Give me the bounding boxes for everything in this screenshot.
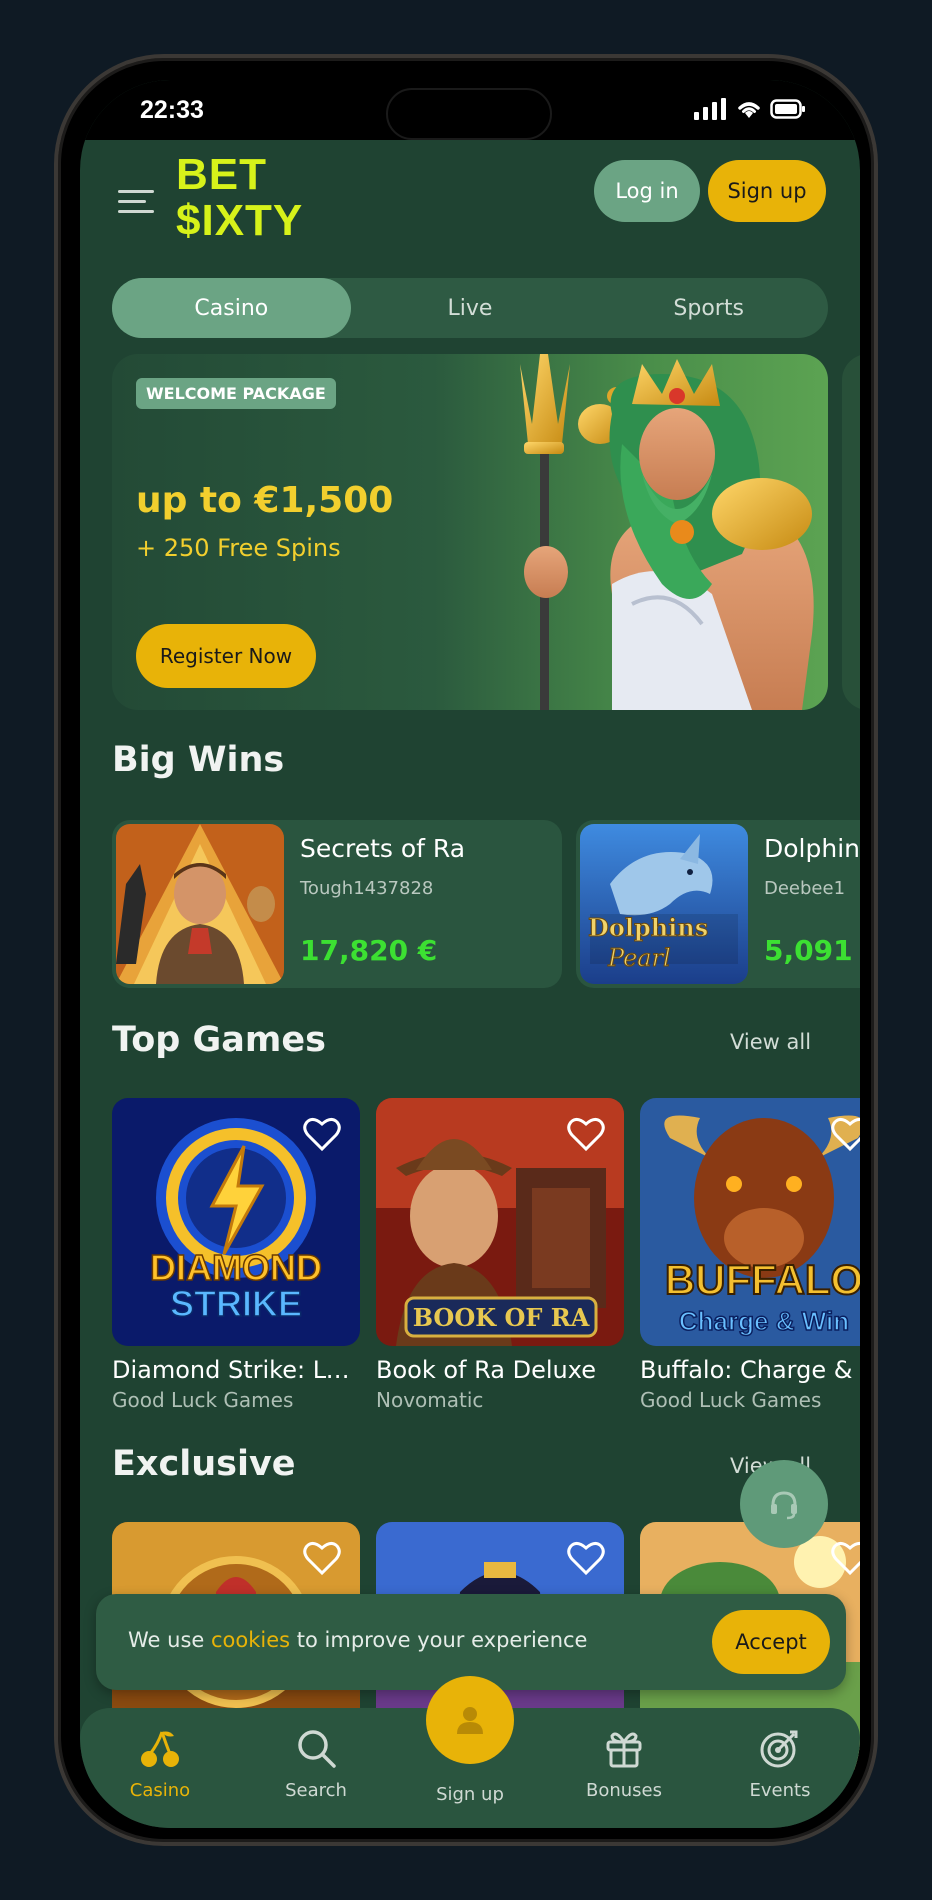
accept-cookies-button[interactable]: Accept	[712, 1610, 830, 1674]
cookies-link[interactable]: cookies	[211, 1628, 290, 1652]
secrets-of-ra-art	[116, 824, 284, 984]
app-screen: 22:33 BET $IXTY Log in Sign up Casino Li…	[80, 80, 860, 1828]
next-banner-peek[interactable]	[842, 354, 860, 710]
game-card[interactable]: BOOK OF RA Book of Ra Deluxe Novomatic	[376, 1098, 624, 1412]
win-game-name: Secrets of Ra	[300, 834, 466, 863]
login-button[interactable]: Log in	[594, 160, 700, 222]
game-provider: Novomatic	[376, 1388, 484, 1412]
win-game-name: Dolphin's	[764, 834, 860, 863]
phone-frame: 22:33 BET $IXTY Log in Sign up Casino Li…	[54, 54, 878, 1846]
game-image: BUFFALO Charge & Win	[640, 1098, 860, 1346]
menu-icon[interactable]	[118, 190, 158, 220]
support-chat-button[interactable]	[740, 1460, 828, 1548]
game-title: Buffalo: Charge & ...	[640, 1356, 860, 1384]
game-image: BOOK OF RA	[376, 1098, 624, 1346]
user-icon	[457, 1707, 483, 1734]
headset-icon	[771, 1491, 797, 1520]
game-thumbnail: Dolphins Pearl	[580, 824, 748, 984]
nav-search[interactable]: Search	[256, 1724, 376, 1801]
signal-icon	[694, 98, 726, 120]
win-amount: 5,091 €	[764, 934, 860, 967]
nav-bonuses[interactable]: Bonuses	[564, 1724, 684, 1801]
buffalo-art: BUFFALO Charge & Win	[640, 1098, 860, 1346]
status-time: 22:33	[140, 96, 204, 124]
search-icon	[298, 1730, 336, 1768]
game-title: Book of Ra Deluxe	[376, 1356, 596, 1384]
game-provider: Good Luck Games	[112, 1388, 294, 1412]
svg-text:STRIKE: STRIKE	[170, 1283, 302, 1324]
svg-text:DIAMOND: DIAMOND	[150, 1247, 322, 1288]
game-provider: Good Luck Games	[640, 1388, 822, 1412]
target-icon	[760, 1730, 798, 1768]
nav-label: Bonuses	[585, 1780, 662, 1801]
top-games-title: Top Games	[112, 1020, 326, 1060]
cookie-text-start: We use	[128, 1628, 211, 1652]
svg-text:Dolphins: Dolphins	[588, 913, 708, 942]
register-now-button[interactable]: Register Now	[136, 624, 316, 688]
welcome-banner[interactable]: WELCOME PACKAGE up to €1,500 + 250 Free …	[112, 354, 828, 710]
game-thumbnail	[116, 824, 284, 984]
tab-casino[interactable]: Casino	[112, 278, 351, 338]
favorite-heart-icon[interactable]	[566, 1116, 606, 1152]
game-image: DIAMOND STRIKE	[112, 1098, 360, 1346]
nav-casino[interactable]: Casino	[100, 1724, 220, 1801]
favorite-heart-icon[interactable]	[302, 1116, 342, 1152]
bonus-amount: up to €1,500	[136, 480, 394, 521]
cookie-message: We use cookies to improve your experienc…	[128, 1628, 587, 1652]
category-tabs: Casino Live Sports	[112, 278, 828, 338]
top-games-view-all-link[interactable]: View all	[730, 1030, 811, 1054]
svg-text:Pearl: Pearl	[607, 944, 671, 972]
exclusive-title: Exclusive	[112, 1444, 296, 1484]
nav-events[interactable]: Events	[720, 1724, 840, 1801]
logo[interactable]: BET $IXTY	[176, 152, 303, 244]
nav-label: Casino	[129, 1780, 191, 1801]
free-spins-text: + 250 Free Spins	[136, 534, 341, 562]
game-title: Diamond Strike: Lu...	[112, 1356, 360, 1384]
big-wins-title: Big Wins	[112, 740, 285, 780]
gift-icon	[606, 1732, 642, 1768]
win-amount: 17,820 €	[300, 934, 438, 967]
game-card[interactable]: BUFFALO Charge & Win Buffalo: Charge & .…	[640, 1098, 860, 1412]
favorite-heart-icon[interactable]	[830, 1540, 860, 1576]
win-username: Deebee1	[764, 878, 846, 899]
big-win-card[interactable]: Secrets of Ra Tough1437828 17,820 €	[112, 820, 562, 988]
nav-signup[interactable]: Sign up	[410, 1784, 530, 1805]
nav-label: Search	[285, 1780, 347, 1801]
status-bar: 22:33	[80, 80, 860, 140]
svg-text:Charge & Win: Charge & Win	[679, 1306, 849, 1336]
dynamic-island	[386, 88, 552, 140]
poseidon-illustration	[520, 354, 814, 710]
favorite-heart-icon[interactable]	[302, 1540, 342, 1576]
dolphins-pearl-art: Dolphins Pearl	[580, 824, 748, 984]
nav-label: Events	[749, 1780, 811, 1801]
win-username: Tough1437828	[300, 878, 434, 899]
svg-text:BOOK OF RA: BOOK OF RA	[413, 1303, 590, 1332]
cherries-icon	[141, 1731, 179, 1767]
cookie-text-end: to improve your experience	[290, 1628, 588, 1652]
favorite-heart-icon[interactable]	[566, 1540, 606, 1576]
battery-icon	[770, 99, 805, 119]
favorite-heart-icon[interactable]	[830, 1116, 860, 1152]
big-win-card[interactable]: Dolphins Pearl Dolphin's Deebee1 5,091 €	[576, 820, 860, 988]
bottom-navigation: Casino Search Sign up Bonuses Events	[80, 1676, 860, 1828]
game-card[interactable]: DIAMOND STRIKE Diamond Strike: Lu... Goo…	[112, 1098, 360, 1412]
svg-text:BUFFALO: BUFFALO	[665, 1256, 860, 1303]
signup-button[interactable]: Sign up	[708, 160, 826, 222]
welcome-badge: WELCOME PACKAGE	[136, 378, 336, 409]
nav-signup-button[interactable]	[426, 1676, 514, 1764]
tab-live[interactable]: Live	[351, 278, 590, 338]
logo-line-1: BET	[176, 150, 267, 199]
logo-line-2: $IXTY	[176, 196, 304, 245]
nav-label: Sign up	[436, 1784, 504, 1805]
wifi-icon	[738, 102, 760, 118]
tab-sports[interactable]: Sports	[589, 278, 828, 338]
status-icons	[694, 98, 806, 120]
